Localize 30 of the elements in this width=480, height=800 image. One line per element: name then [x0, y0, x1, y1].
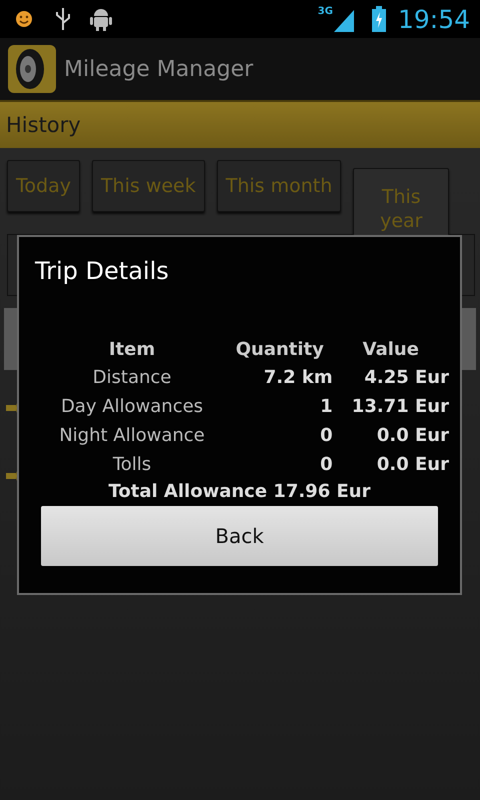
app-title: Mileage Manager	[64, 56, 254, 82]
table-cell-text: Distance	[92, 366, 172, 390]
column-header: Item	[108, 338, 156, 362]
table-cell-text: 0.0 Eur	[376, 453, 449, 477]
section-title: History	[6, 113, 81, 137]
dialog-title: Trip Details	[34, 256, 170, 287]
table-cell-text: Tolls	[112, 453, 152, 477]
table-cell-text: 1	[319, 395, 333, 419]
table-cell-text: 7.2 km	[262, 366, 333, 390]
usb-icon	[54, 6, 72, 32]
signal-icon	[334, 10, 354, 32]
table-cell-text: 13.71 Eur	[350, 395, 449, 419]
table-cell-text: 0	[319, 424, 333, 448]
total-allowance: Total Allowance 17.96 Eur	[107, 481, 372, 502]
back-button[interactable]: Back	[41, 506, 438, 566]
android-icon	[90, 6, 112, 32]
filter-button[interactable]: This month	[216, 160, 342, 212]
tire-icon[interactable]	[8, 45, 56, 93]
filter-button[interactable]: Today	[7, 160, 80, 212]
network-type: 3G	[318, 6, 333, 17]
table-cell-text: 0.0 Eur	[376, 424, 449, 448]
filter-button[interactable]: This week	[92, 160, 205, 212]
column-header: Quantity	[234, 338, 325, 362]
column-header: Value	[362, 338, 420, 362]
table-cell-text: Day Allowances	[60, 395, 204, 419]
table-cell-text: 0	[319, 453, 333, 477]
battery-icon	[372, 6, 386, 32]
table-cell-text: 4.25 Eur	[363, 366, 449, 390]
table-cell-text: Night Allowance	[58, 424, 206, 448]
clock-time: 19:54	[398, 4, 470, 34]
